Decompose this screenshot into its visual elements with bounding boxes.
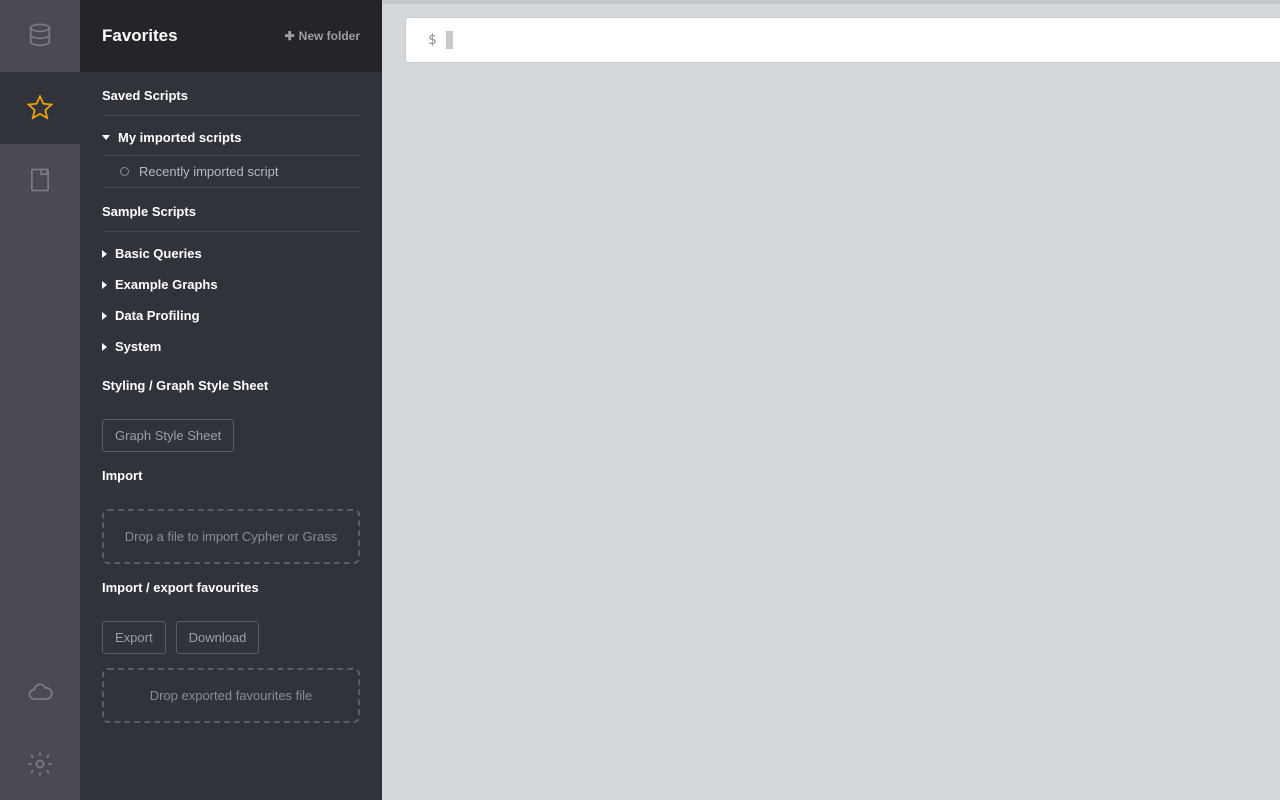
styling-title: Styling / Graph Style Sheet: [102, 378, 360, 405]
script-label: Recently imported script: [139, 164, 278, 179]
folder-my-imported-scripts[interactable]: My imported scripts: [102, 122, 360, 156]
folder-system[interactable]: System: [102, 331, 360, 362]
rail-documents[interactable]: [0, 144, 80, 216]
text-cursor: [446, 31, 453, 49]
import-export-section: Import / export favourites: [80, 564, 382, 607]
rail-database[interactable]: [0, 0, 80, 72]
folder-label: Basic Queries: [115, 246, 202, 261]
import-section: Import: [80, 452, 382, 495]
saved-scripts-section: Saved Scripts: [80, 72, 382, 116]
new-folder-button[interactable]: ✚ New folder: [285, 29, 360, 43]
folder-data-profiling[interactable]: Data Profiling: [102, 300, 360, 331]
sample-scripts-section: Sample Scripts: [80, 188, 382, 232]
new-folder-label: New folder: [299, 29, 360, 43]
download-button[interactable]: Download: [176, 621, 260, 654]
plus-icon: ✚: [285, 29, 295, 43]
chevron-right-icon: [102, 312, 107, 320]
rail-settings[interactable]: [0, 728, 80, 800]
styling-section: Styling / Graph Style Sheet: [80, 362, 382, 405]
rail-cloud[interactable]: [0, 656, 80, 728]
graph-style-sheet-button[interactable]: Graph Style Sheet: [102, 419, 234, 452]
folder-example-graphs[interactable]: Example Graphs: [102, 269, 360, 300]
sample-scripts-title: Sample Scripts: [102, 204, 360, 232]
folder-label: Example Graphs: [115, 277, 218, 292]
chevron-right-icon: [102, 343, 107, 351]
chevron-right-icon: [102, 250, 107, 258]
rail-favorites[interactable]: [0, 72, 80, 144]
script-recently-imported[interactable]: Recently imported script: [102, 156, 360, 188]
main-area: $: [382, 0, 1280, 800]
folder-basic-queries[interactable]: Basic Queries: [102, 238, 360, 269]
cloud-icon: [26, 678, 54, 706]
favourites-dropzone[interactable]: Drop exported favourites file: [102, 668, 360, 723]
topbar-divider: [382, 0, 1280, 4]
chevron-down-icon: [102, 135, 110, 140]
saved-scripts-tree: My imported scripts Recently imported sc…: [80, 116, 382, 188]
import-title: Import: [102, 468, 360, 495]
favorites-panel: Favorites ✚ New folder Saved Scripts My …: [80, 0, 382, 800]
panel-title: Favorites: [102, 26, 178, 46]
export-button[interactable]: Export: [102, 621, 166, 654]
sample-scripts-tree: Basic Queries Example Graphs Data Profil…: [80, 232, 382, 362]
panel-header: Favorites ✚ New folder: [80, 0, 382, 72]
folder-label: Data Profiling: [115, 308, 200, 323]
document-icon: [26, 166, 54, 194]
circle-icon: [120, 167, 129, 176]
gear-icon: [26, 750, 54, 778]
query-editor[interactable]: $: [406, 18, 1280, 62]
chevron-right-icon: [102, 281, 107, 289]
nav-rail: [0, 0, 80, 800]
star-icon: [26, 94, 54, 122]
folder-label: System: [115, 339, 161, 354]
prompt-symbol: $: [428, 32, 436, 48]
import-dropzone[interactable]: Drop a file to import Cypher or Grass: [102, 509, 360, 564]
folder-label: My imported scripts: [118, 130, 242, 145]
saved-scripts-title: Saved Scripts: [102, 88, 360, 116]
import-export-title: Import / export favourites: [102, 580, 360, 607]
favourites-drop-text: Drop exported favourites file: [150, 688, 313, 703]
import-drop-text: Drop a file to import Cypher or Grass: [125, 529, 337, 544]
database-icon: [26, 22, 54, 50]
